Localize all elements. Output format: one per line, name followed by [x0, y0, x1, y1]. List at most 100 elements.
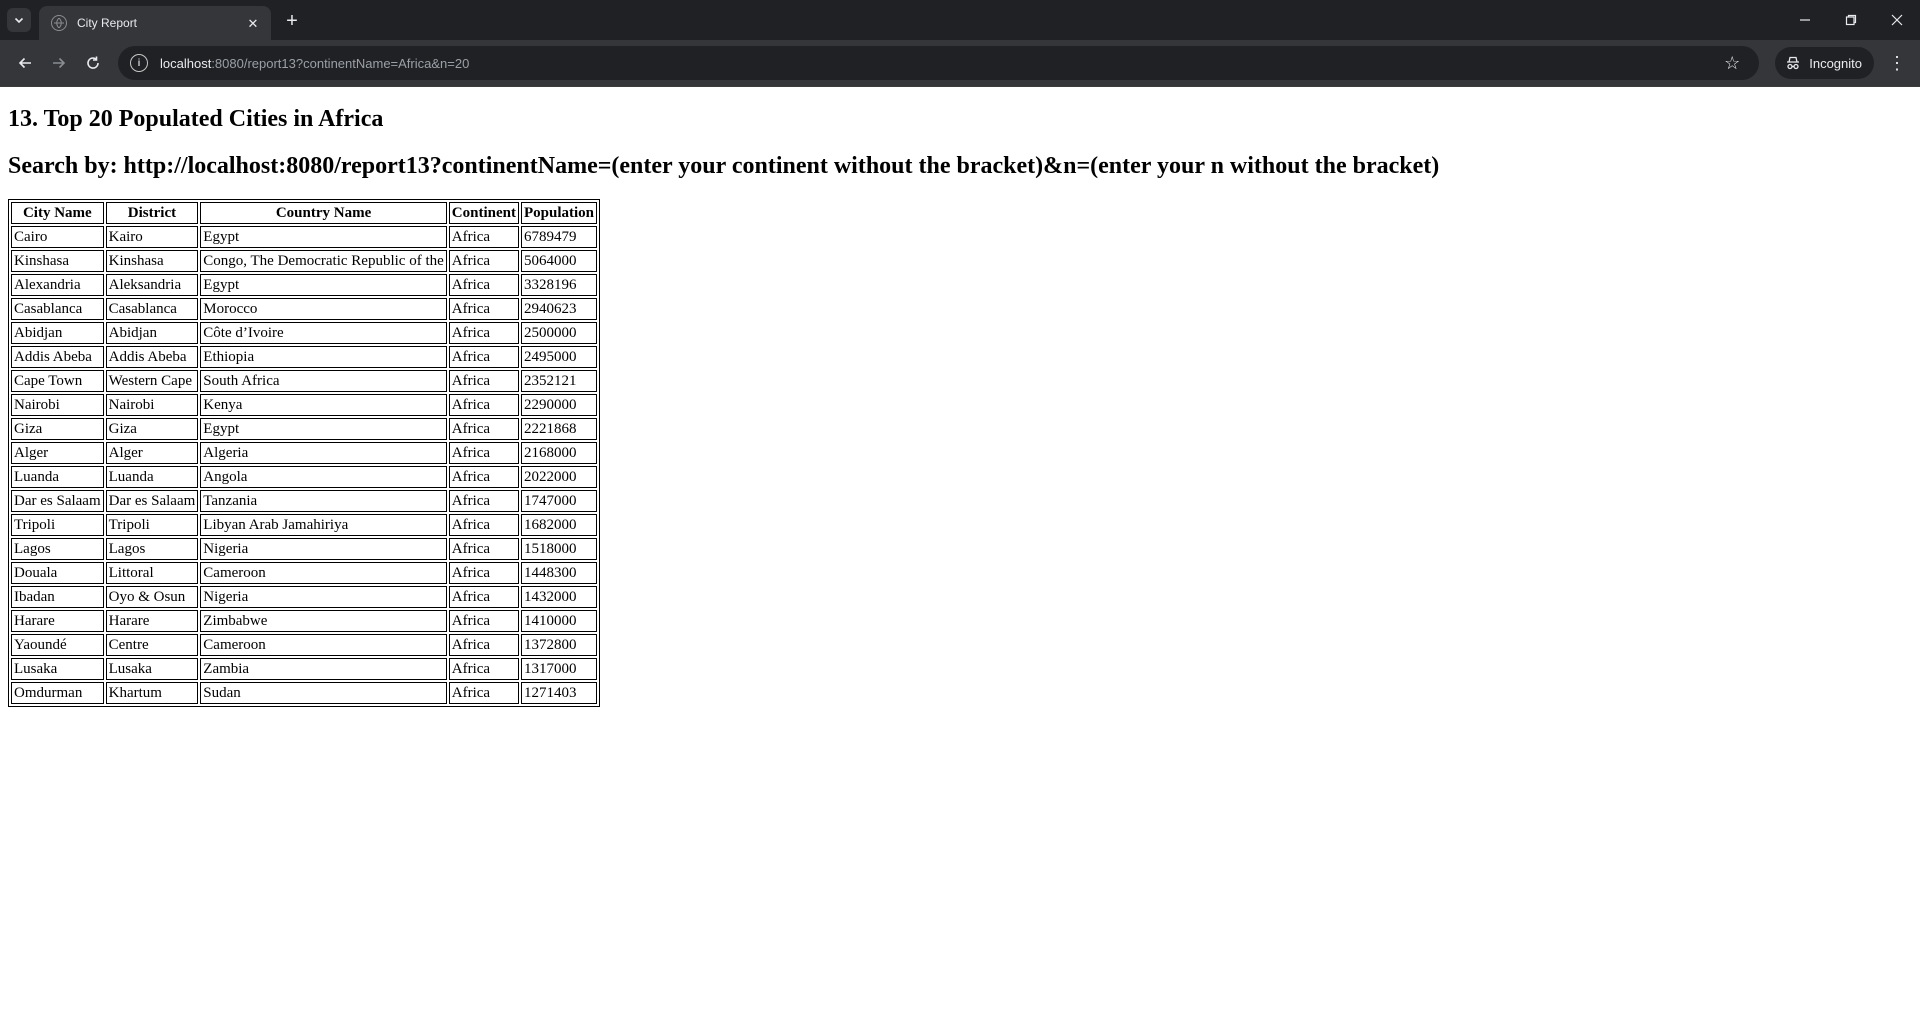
table-cell: 2290000 — [520, 394, 597, 416]
url-text[interactable]: localhost:8080/report13?continentName=Af… — [160, 56, 1717, 71]
new-tab-button[interactable]: + — [281, 10, 303, 32]
table-cell: Addis Abeba — [11, 346, 104, 368]
table-cell: Africa — [448, 586, 519, 608]
table-cell: 2940623 — [520, 298, 597, 320]
table-cell: 2495000 — [520, 346, 597, 368]
table-cell: 1317000 — [520, 658, 597, 680]
table-row: Kinshasa Kinshasa Congo, The Democratic Re… — [11, 250, 597, 272]
table-cell: Sudan — [200, 682, 447, 704]
table-cell: Giza — [105, 418, 199, 440]
table-cell: Egypt — [200, 274, 447, 296]
table-cell: 1372800 — [520, 634, 597, 656]
tab-search-button[interactable] — [7, 8, 31, 32]
table-cell: Harare — [11, 610, 104, 632]
table-cell: Africa — [448, 634, 519, 656]
table-cell: 1448300 — [520, 562, 597, 584]
table-cell: Dar es Salaam — [105, 490, 199, 512]
minimize-icon[interactable] — [1782, 0, 1828, 40]
table-cell: Addis Abeba — [105, 346, 199, 368]
chevron-down-icon — [14, 17, 24, 24]
table-cell: Casablanca — [105, 298, 199, 320]
table-cell: Harare — [105, 610, 199, 632]
kebab-menu-icon[interactable]: ⋮ — [1882, 46, 1912, 80]
table-cell: Egypt — [200, 418, 447, 440]
table-cell: 2168000 — [520, 442, 597, 464]
table-cell: Alger — [105, 442, 199, 464]
table-row: Douala Littoral Cameroon Africa 1448300 — [11, 562, 597, 584]
table-cell: Abidjan — [11, 322, 104, 344]
table-cell: 1271403 — [520, 682, 597, 704]
bookmark-star-icon[interactable]: ☆ — [1717, 53, 1747, 74]
tab-city-report[interactable]: City Report ✕ — [39, 6, 271, 40]
table-cell: Africa — [448, 226, 519, 248]
table-row: Ibadan Oyo & Osun Nigeria Africa 1432000 — [11, 586, 597, 608]
table-row: Nairobi Nairobi Kenya Africa 2290000 — [11, 394, 597, 416]
table-cell: Angola — [200, 466, 447, 488]
table-cell: 5064000 — [520, 250, 597, 272]
table-cell: Africa — [448, 682, 519, 704]
table-cell: Africa — [448, 562, 519, 584]
table-row: Cairo Kairo Egypt Africa 6789479 — [11, 226, 597, 248]
table-cell: Africa — [448, 442, 519, 464]
table-cell: Lusaka — [11, 658, 104, 680]
table-cell: Africa — [448, 298, 519, 320]
reload-icon — [87, 56, 99, 69]
table-cell: Western Cape — [105, 370, 199, 392]
search-hint: Search by: http://localhost:8080/report1… — [8, 153, 1440, 179]
table-row: Harare Harare Zimbabwe Africa 1410000 — [11, 610, 597, 632]
table-cell: Kairo — [105, 226, 199, 248]
table-row: Luanda Luanda Angola Africa 2022000 — [11, 466, 597, 488]
table-cell: Cameroon — [200, 562, 447, 584]
table-cell: Africa — [448, 394, 519, 416]
url-path: :8080/report13?continentName=Africa&n=20 — [211, 55, 470, 71]
table-cell: Cairo — [11, 226, 104, 248]
table-row: Dar es Salaam Dar es Salaam Tanzania Africa… — [11, 490, 597, 512]
column-header: Country Name — [200, 202, 447, 224]
site-info-icon[interactable]: i — [130, 54, 148, 72]
table-cell: Khartum — [105, 682, 199, 704]
table-cell: Africa — [448, 418, 519, 440]
back-button[interactable] — [8, 46, 42, 80]
table-cell: Lagos — [11, 538, 104, 560]
table-cell: Abidjan — [105, 322, 199, 344]
forward-button[interactable] — [42, 46, 76, 80]
table-cell: Tanzania — [200, 490, 447, 512]
table-row: Giza Giza Egypt Africa 2221868 — [11, 418, 597, 440]
table-row: Cape Town Western Cape South Africa Africa 2… — [11, 370, 597, 392]
table-row: Addis Abeba Addis Abeba Ethiopia Africa 2495… — [11, 346, 597, 368]
table-cell: 2221868 — [520, 418, 597, 440]
table-cell: 2500000 — [520, 322, 597, 344]
restore-icon[interactable] — [1828, 0, 1874, 40]
table-cell: Aleksandria — [105, 274, 199, 296]
incognito-badge[interactable]: Incognito — [1775, 47, 1874, 79]
tab-close-icon[interactable]: ✕ — [245, 15, 261, 31]
table-cell: Kinshasa — [11, 250, 104, 272]
table-cell: Luanda — [11, 466, 104, 488]
table-cell: Côte d’Ivoire — [200, 322, 447, 344]
table-row: Lagos Lagos Nigeria Africa 1518000 — [11, 538, 597, 560]
table-cell: Nairobi — [105, 394, 199, 416]
table-cell: 6789479 — [520, 226, 597, 248]
table-cell: Africa — [448, 514, 519, 536]
table-cell: Ibadan — [11, 586, 104, 608]
city-report-table: City Name District Country Name Continent Po… — [8, 199, 600, 707]
reload-button[interactable] — [76, 46, 110, 80]
table-cell: Alger — [11, 442, 104, 464]
table-cell: Africa — [448, 274, 519, 296]
table-cell: 2352121 — [520, 370, 597, 392]
table-cell: Kinshasa — [105, 250, 199, 272]
table-cell: Africa — [448, 658, 519, 680]
table-cell: 3328196 — [520, 274, 597, 296]
table-cell: 1747000 — [520, 490, 597, 512]
table-cell: Zambia — [200, 658, 447, 680]
table-row: Tripoli Tripoli Libyan Arab Jamahiriya Afri… — [11, 514, 597, 536]
address-bar[interactable]: i localhost:8080/report13?continentName=… — [118, 46, 1760, 80]
table-cell: Africa — [448, 346, 519, 368]
table-cell: Africa — [448, 322, 519, 344]
close-icon[interactable] — [1874, 0, 1920, 40]
table-cell: Omdurman — [11, 682, 104, 704]
table-cell: 1432000 — [520, 586, 597, 608]
globe-icon — [51, 15, 67, 31]
table-row: Alexandria Aleksandria Egypt Africa 3328196 — [11, 274, 597, 296]
table-cell: Dar es Salaam — [11, 490, 104, 512]
